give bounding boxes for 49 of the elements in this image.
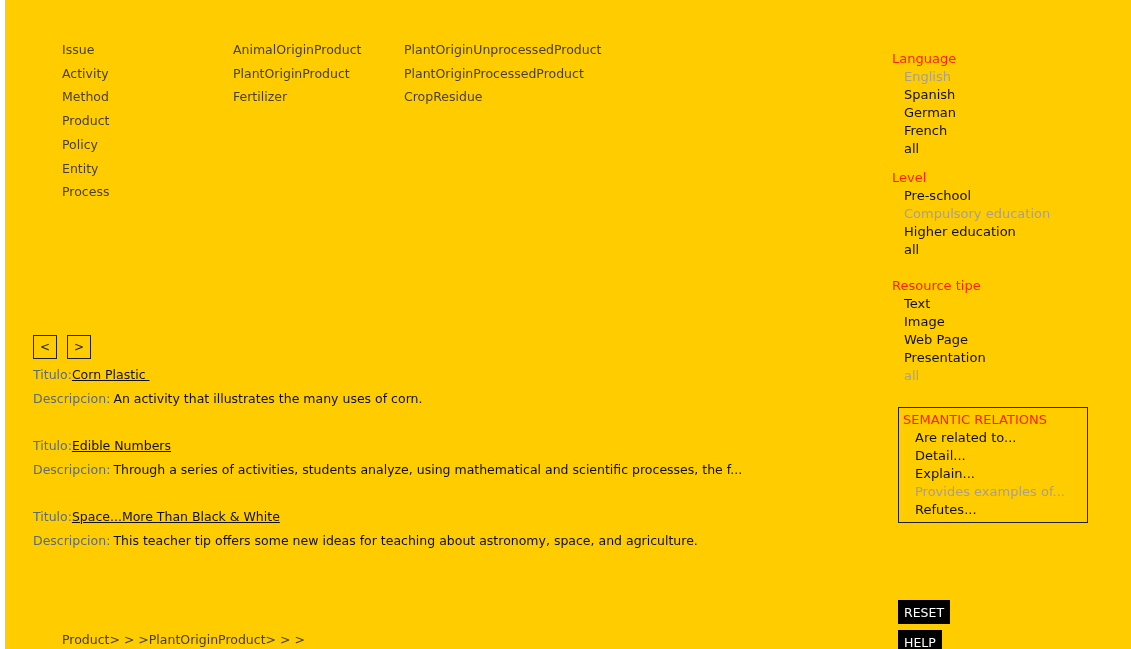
filter-heading: Language — [892, 50, 957, 68]
relation-option[interactable]: Detail... — [903, 447, 966, 465]
relation-option[interactable]: Refutes... — [903, 501, 977, 519]
filter-option[interactable]: Higher education — [892, 223, 1016, 241]
result-description: Through a series of activities, students analyze, using mathematical and scientific processes, the f... — [113, 461, 743, 479]
semantic-relations-heading: SEMANTIC RELATIONS — [903, 411, 1047, 429]
title-label: Titulo: — [33, 437, 72, 455]
help-button[interactable]: HELP — [898, 630, 942, 649]
breadcrumb: Product> > >PlantOriginProduct> > > — [61, 631, 306, 649]
result-title-link[interactable]: Space...More Than Black & White — [71, 505, 280, 529]
next-button[interactable]: > — [67, 335, 91, 359]
filter-heading: Resource tipe — [892, 277, 981, 295]
previous-button[interactable]: < — [33, 335, 57, 359]
description-label: Descripcion: — [33, 390, 111, 408]
reset-button[interactable]: RESET — [898, 600, 951, 624]
filter-option[interactable]: French — [892, 122, 948, 140]
result-title-link[interactable]: Edible Numbers — [71, 434, 171, 458]
filter-option[interactable]: German — [892, 104, 957, 122]
category-link[interactable]: PlantOriginUnprocessedProduct — [404, 38, 602, 62]
title-label: Titulo: — [33, 508, 72, 526]
filter-option[interactable]: Presentation — [892, 349, 986, 367]
description-label: Descripcion: — [33, 532, 111, 550]
filter-option[interactable]: Text — [892, 295, 931, 313]
category-link[interactable]: PlantOriginProcessedProduct — [404, 61, 584, 86]
category-link[interactable]: Entity — [62, 156, 99, 181]
description-label: Descripcion: — [33, 461, 111, 479]
category-link[interactable]: Policy — [62, 132, 98, 157]
category-link[interactable]: Process — [62, 180, 110, 204]
filter-option[interactable]: Spanish — [892, 86, 956, 104]
category-link[interactable]: PlantOriginProduct — [233, 61, 350, 86]
filter-heading: Level — [892, 169, 927, 187]
category-link[interactable]: Product — [62, 109, 110, 133]
filter-option[interactable]: Pre-school — [892, 187, 972, 205]
result-description: An activity that illustrates the many uses of corn. — [113, 390, 423, 408]
category-link[interactable]: AnimalOriginProduct — [233, 38, 362, 62]
filter-option[interactable]: all — [892, 140, 920, 158]
category-link[interactable]: Activity — [62, 61, 109, 86]
category-link[interactable]: Issue — [62, 38, 95, 62]
filter-option[interactable]: Image — [892, 313, 945, 331]
filter-option[interactable]: Web Page — [892, 331, 968, 349]
filter-option[interactable]: all — [892, 241, 920, 259]
relation-option[interactable]: Explain... — [903, 465, 975, 483]
title-label: Titulo: — [33, 366, 72, 384]
relation-option[interactable]: Are related to... — [903, 429, 1017, 447]
category-link[interactable]: Fertilizer — [233, 85, 288, 110]
result-description: This teacher tip offers some new ideas for teaching about astronomy, space, and agriculture. — [113, 532, 698, 550]
result-title-link[interactable]: Corn Plastic — [71, 363, 150, 387]
category-link[interactable]: Method — [62, 85, 109, 110]
category-link[interactable]: CropResidue — [404, 85, 483, 110]
